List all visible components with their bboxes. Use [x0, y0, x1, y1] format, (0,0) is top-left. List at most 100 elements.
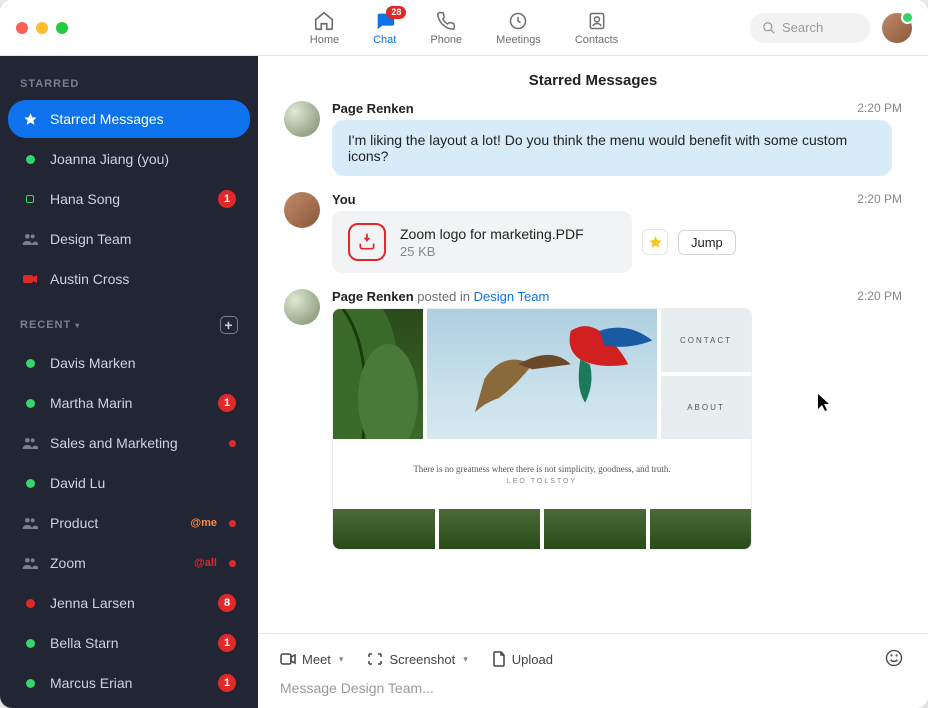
profile-avatar[interactable] [882, 13, 912, 43]
sidebar-item-label: Hana Song [50, 191, 206, 207]
star-toggle[interactable] [642, 229, 668, 255]
sidebar-item-label: Martha Marin [50, 395, 206, 411]
avatar[interactable] [284, 192, 320, 228]
group-icon [22, 232, 38, 246]
close-button[interactable] [16, 22, 28, 34]
sidebar-item-joanna[interactable]: Joanna Jiang (you) [8, 140, 250, 178]
message: Page Renken I'm liking the layout a lot!… [284, 101, 902, 176]
sidebar-section-starred: STARRED [0, 70, 258, 100]
sidebar-item-product[interactable]: Product @me [8, 504, 250, 542]
presence-dnd-icon [22, 274, 38, 284]
sidebar-item-zoom[interactable]: Zoom @all [8, 544, 250, 582]
sidebar-item-label: Jenna Larsen [50, 595, 206, 611]
pdf-icon [348, 223, 386, 261]
sidebar-item-label: Sales and Marketing [50, 435, 217, 451]
sidebar-item-bella[interactable]: Bella Starn 1 [8, 624, 250, 662]
unread-dot [229, 560, 236, 567]
nav-meetings[interactable]: Meetings [496, 10, 541, 46]
presence-online-icon [26, 359, 35, 368]
presence-busy-icon [26, 599, 35, 608]
home-icon [313, 10, 335, 32]
preview-quote-author: LEO TOLSTOY [507, 478, 577, 485]
top-nav: Home 28 Chat Phone Meetings [310, 0, 618, 55]
add-channel-button[interactable]: + [220, 316, 238, 334]
message-input[interactable]: Message Design Team... [280, 676, 906, 696]
presence-online-icon [26, 679, 35, 688]
preview-chip: ABOUT [661, 372, 751, 439]
message-text: I'm liking the layout a lot! Do you thin… [332, 120, 892, 176]
nav-label: Contacts [575, 34, 618, 46]
message-author: Page Renken [332, 101, 902, 116]
avatar[interactable] [284, 289, 320, 325]
message-time: 2:20 PM [857, 289, 902, 303]
preview-chip: CONTACT [661, 309, 751, 372]
birds-illustration [427, 309, 657, 439]
emoji-button[interactable] [884, 648, 906, 670]
avatar[interactable] [284, 101, 320, 137]
unread-dot [229, 440, 236, 447]
file-attachment[interactable]: Zoom logo for marketing.PDF 25 KB [332, 211, 632, 273]
file-name: Zoom logo for marketing.PDF [400, 226, 584, 242]
main-pane: Starred Messages Page Renken I'm liking … [258, 56, 928, 708]
sidebar-section-recent[interactable]: RECENT ▾ + [0, 308, 258, 344]
contacts-icon [586, 10, 608, 32]
nav-label: Phone [430, 34, 462, 46]
sidebar-item-label: Davis Marken [50, 355, 236, 371]
sidebar-item-marcus[interactable]: Marcus Erian 1 [8, 664, 250, 702]
unread-dot [229, 520, 236, 527]
group-icon [22, 436, 38, 450]
minimize-button[interactable] [36, 22, 48, 34]
channel-link[interactable]: Design Team [474, 289, 550, 304]
message-author: You [332, 192, 902, 207]
sidebar-item-david[interactable]: David Lu [8, 464, 250, 502]
sidebar-item-label: Starred Messages [50, 111, 236, 127]
chevron-down-icon: ▾ [463, 654, 468, 665]
chat-badge: 28 [386, 6, 406, 19]
unread-badge: 1 [218, 674, 236, 692]
nav-home[interactable]: Home [310, 10, 339, 46]
sidebar-item-label: Design Team [50, 231, 236, 247]
sidebar-item-jenna[interactable]: Jenna Larsen 8 [8, 584, 250, 622]
sidebar-item-austin[interactable]: Austin Cross [8, 260, 250, 298]
sidebar: STARRED Starred Messages Joanna Jiang (y… [0, 56, 258, 708]
search-icon [762, 21, 776, 35]
chevron-down-icon: ▾ [339, 654, 344, 665]
jump-button[interactable]: Jump [678, 230, 736, 255]
maximize-button[interactable] [56, 22, 68, 34]
sidebar-item-starred-messages[interactable]: Starred Messages [8, 100, 250, 138]
message-list[interactable]: Page Renken I'm liking the layout a lot!… [258, 101, 928, 633]
screenshot-icon [367, 652, 383, 666]
message: Page Renken posted in Design Team [284, 289, 902, 550]
sidebar-item-design-team[interactable]: Design Team [8, 220, 250, 258]
upload-button[interactable]: Upload [492, 651, 553, 667]
nav-label: Home [310, 34, 339, 46]
meet-button[interactable]: Meet ▾ [280, 652, 343, 667]
search-input[interactable]: Search [750, 13, 870, 43]
page-title: Starred Messages [258, 56, 928, 101]
phone-icon [435, 10, 457, 32]
nav-contacts[interactable]: Contacts [575, 10, 618, 46]
smile-icon [884, 648, 904, 668]
unread-badge: 1 [218, 394, 236, 412]
presence-online-icon [26, 399, 35, 408]
nav-label: Chat [373, 34, 396, 46]
titlebar-right: Search [750, 13, 912, 43]
image-attachment[interactable]: CONTACT ABOUT There is no greatness wher… [332, 308, 752, 550]
star-icon [22, 112, 38, 127]
group-icon [22, 516, 38, 530]
chevron-down-icon: ▾ [75, 321, 80, 330]
sidebar-item-hana[interactable]: Hana Song 1 [8, 180, 250, 218]
sidebar-item-label: David Lu [50, 475, 236, 491]
window-controls [16, 22, 68, 34]
nav-phone[interactable]: Phone [430, 10, 462, 46]
screenshot-button[interactable]: Screenshot ▾ [367, 652, 467, 667]
file-size: 25 KB [400, 244, 584, 259]
app-window: Home 28 Chat Phone Meetings [0, 0, 928, 708]
sidebar-item-martha[interactable]: Martha Marin 1 [8, 384, 250, 422]
unread-badge: 1 [218, 634, 236, 652]
sidebar-item-sales[interactable]: Sales and Marketing [8, 424, 250, 462]
mention-badge: @me [190, 517, 217, 529]
sidebar-item-label: Product [50, 515, 178, 531]
nav-chat[interactable]: 28 Chat [373, 10, 396, 46]
sidebar-item-davis[interactable]: Davis Marken [8, 344, 250, 382]
